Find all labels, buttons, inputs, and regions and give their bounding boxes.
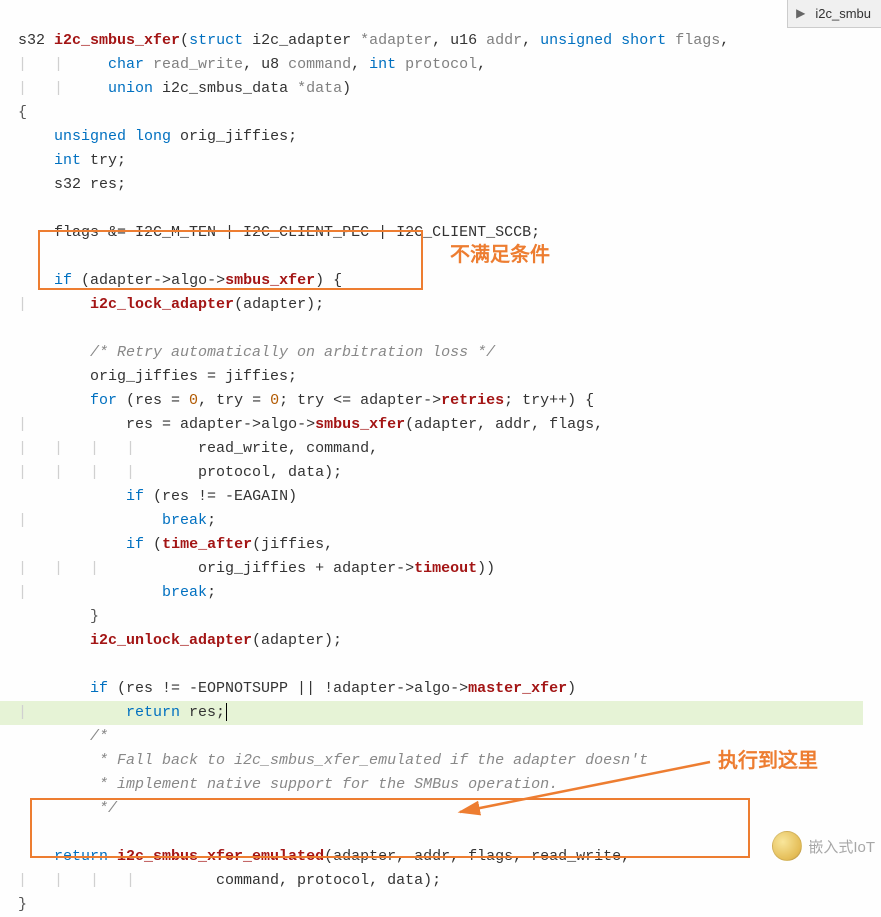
code-line: orig_jiffies = jiffies;	[18, 368, 297, 385]
highlighted-line: | return res;	[0, 701, 863, 725]
watermark-text: 嵌入式IoT	[808, 836, 875, 857]
code-line: {	[18, 104, 27, 121]
code-line: i2c_unlock_adapter(adapter);	[18, 632, 342, 649]
code-line: unsigned long orig_jiffies;	[18, 128, 297, 145]
code-line: | break;	[18, 584, 216, 601]
code-editor[interactable]: s32 i2c_smbus_xfer(struct i2c_adapter *a…	[0, 0, 881, 917]
code-line	[18, 824, 27, 841]
code-line: | | union i2c_smbus_data *data)	[18, 80, 351, 97]
code-line: | | | | protocol, data);	[18, 464, 342, 481]
code-line: }	[18, 608, 99, 625]
code-line: }	[18, 896, 27, 913]
annotation-box-return	[30, 798, 750, 858]
code-line: | | | | command, protocol, data);	[18, 872, 441, 889]
code-line: if (res != -EAGAIN)	[18, 488, 297, 505]
code-line	[18, 320, 27, 337]
code-line: | | | | read_write, command,	[18, 440, 378, 457]
code-line: for (res = 0, try = 0; try <= adapter->r…	[18, 392, 594, 409]
code-line: * Fall back to i2c_smbus_xfer_emulated i…	[18, 752, 648, 769]
code-line: | res = adapter->algo->smbus_xfer(adapte…	[18, 416, 603, 433]
code-line: | i2c_lock_adapter(adapter);	[18, 296, 324, 313]
code-line: s32 res;	[18, 176, 126, 193]
code-line: if (res != -EOPNOTSUPP || !adapter->algo…	[18, 680, 576, 697]
text-cursor	[226, 703, 227, 721]
code-line	[18, 200, 27, 217]
code-line: if (time_after(jiffies,	[18, 536, 333, 553]
code-line: * implement native support for the SMBus…	[18, 776, 558, 793]
annotation-box-condition	[38, 230, 423, 290]
code-line: /* Retry automatically on arbitration lo…	[18, 344, 495, 361]
annotation-label-execute: 执行到这里	[718, 744, 818, 773]
code-line: | | | orig_jiffies + adapter->timeout))	[18, 560, 495, 577]
watermark-icon	[772, 831, 802, 861]
code-line: int try;	[18, 152, 126, 169]
code-line: | | char read_write, u8 command, int pro…	[18, 56, 486, 73]
watermark: 嵌入式IoT	[772, 831, 875, 861]
code-line	[18, 248, 27, 265]
code-line: | break;	[18, 512, 216, 529]
code-line: s32 i2c_smbus_xfer(struct i2c_adapter *a…	[18, 32, 729, 49]
annotation-label-condition: 不满足条件	[450, 238, 550, 267]
code-line: /*	[18, 728, 108, 745]
code-line	[18, 656, 27, 673]
